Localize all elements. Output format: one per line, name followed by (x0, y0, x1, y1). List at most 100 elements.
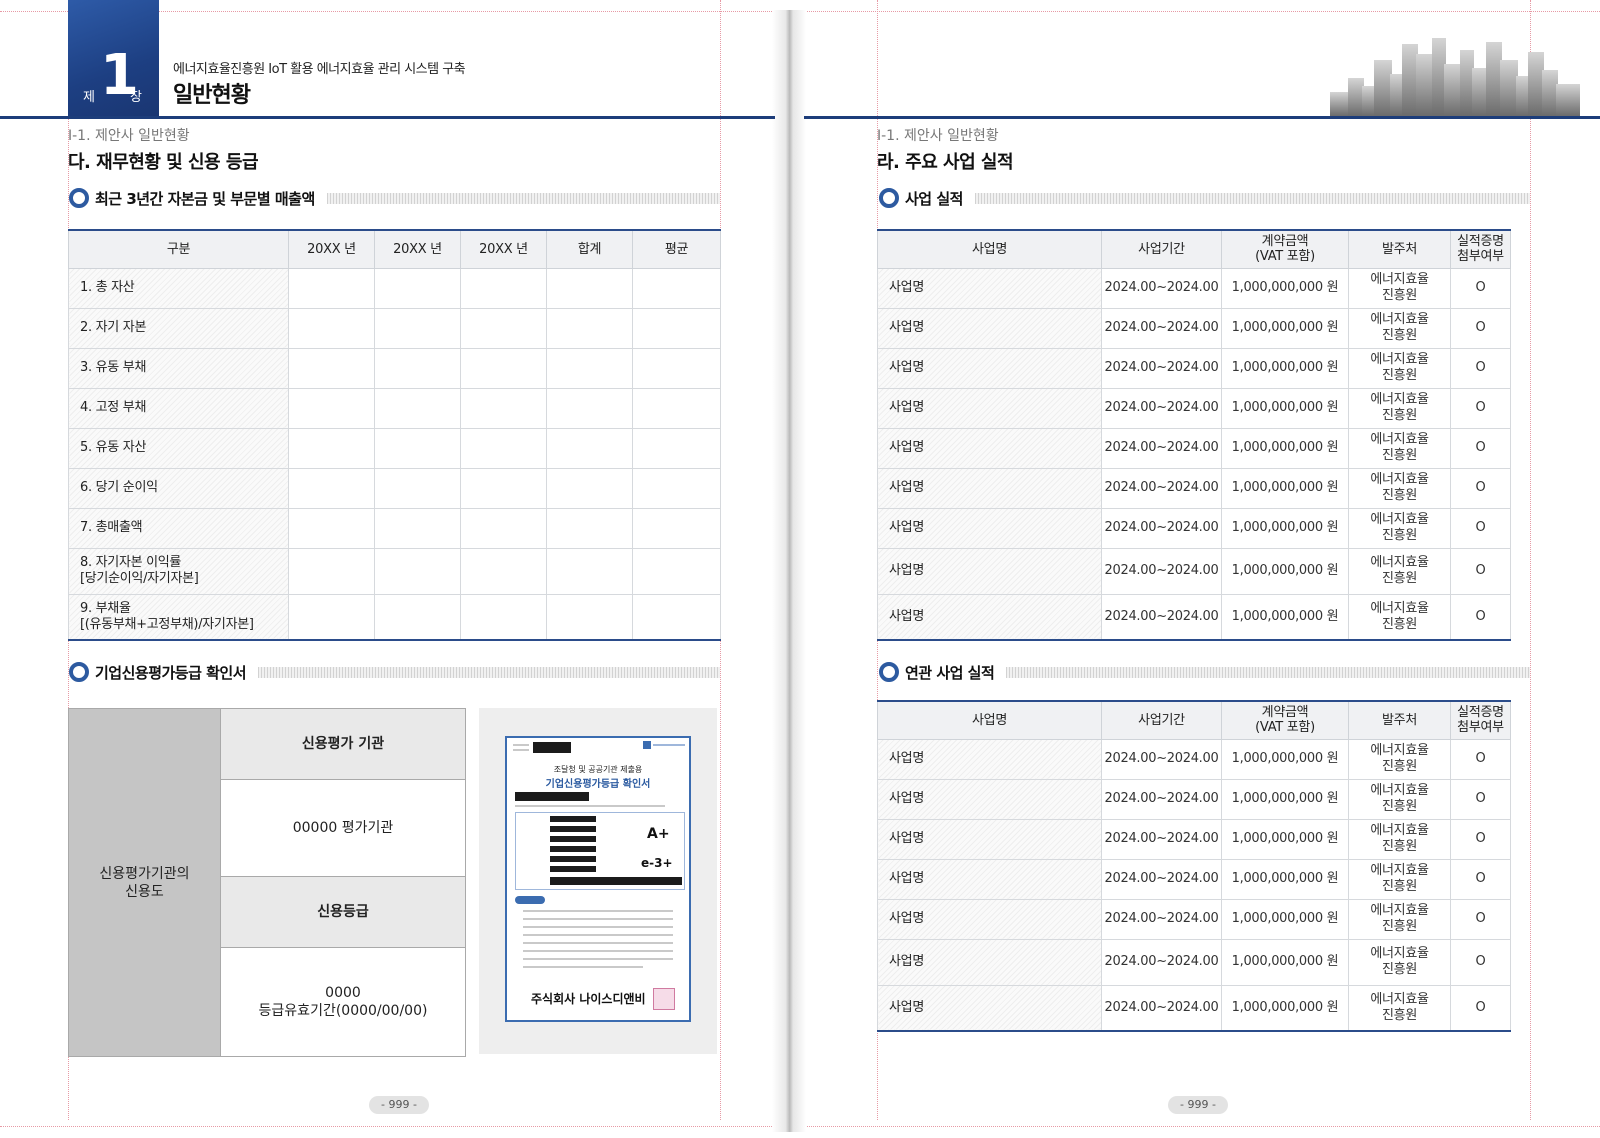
table-cell[interactable] (460, 467, 547, 509)
section-title-left: 다. 재무현황 및 신용 등급 (68, 152, 259, 173)
table-row: 사업명 2024.00~2024.00 1,000,000,000 원 에너지효율 진흥… (877, 307, 1511, 349)
table-cell[interactable] (288, 507, 375, 549)
table-cell[interactable] (546, 593, 633, 641)
table-cell[interactable] (546, 347, 633, 389)
table-cell[interactable] (632, 547, 721, 595)
redacted-block (550, 826, 596, 832)
attachment-flag-cell: O (1450, 547, 1511, 595)
table-row: 사업명 2024.00~2024.00 1,000,000,000 원 에너지효율 진흥… (877, 507, 1511, 549)
project-period-cell: 2024.00~2024.00 (1101, 738, 1222, 780)
project-name-cell: 사업명 (877, 984, 1102, 1032)
table-cell[interactable] (288, 307, 375, 349)
project-period-cell: 2024.00~2024.00 (1101, 858, 1222, 900)
table-cell[interactable] (632, 267, 721, 309)
table-cell[interactable] (288, 387, 375, 429)
table-cell[interactable] (374, 387, 461, 429)
table-row: 사업명 2024.00~2024.00 1,000,000,000 원 에너지효율 진흥… (877, 593, 1511, 641)
row-label: 9. 부채율 [(유동부채+고정부채)/자기자본] (68, 593, 289, 641)
table-cell[interactable] (374, 467, 461, 509)
text-line (513, 749, 529, 751)
table-cell[interactable] (460, 507, 547, 549)
table-cell[interactable] (460, 427, 547, 469)
heading-pattern-bar (974, 192, 1530, 204)
table-row: 사업명 2024.00~2024.00 1,000,000,000 원 에너지효율 진흥… (877, 898, 1511, 940)
bullet-ring-icon (69, 662, 89, 682)
contract-amount-cell: 1,000,000,000 원 (1221, 858, 1349, 900)
business-heading-text: 사업 실적 (905, 189, 963, 208)
table-cell[interactable] (460, 387, 547, 429)
page-spine-shadow (772, 10, 806, 1132)
table-header-row: 구분 20XX 년 20XX 년 20XX 년 합계 평균 (68, 229, 721, 269)
finance-heading: 최근 3년간 자본금 및 부문별 매출액 (69, 188, 720, 208)
row-label: 1. 총 자산 (68, 267, 289, 309)
row-label: 3. 유동 부채 (68, 347, 289, 389)
table-cell[interactable] (546, 467, 633, 509)
related-heading-text: 연관 사업 실적 (905, 663, 995, 682)
project-name-cell: 사업명 (877, 467, 1102, 509)
table-cell[interactable] (288, 547, 375, 595)
table-cell[interactable] (632, 307, 721, 349)
table-cell[interactable] (460, 347, 547, 389)
table-cell[interactable] (632, 347, 721, 389)
table-cell[interactable] (460, 267, 547, 309)
table-row: 사업명 2024.00~2024.00 1,000,000,000 원 에너지효율 진흥… (877, 818, 1511, 860)
business-heading: 사업 실적 (879, 188, 1530, 208)
chapter-suffix: 장 (130, 90, 142, 105)
finance-heading-text: 최근 3년간 자본금 및 부문별 매출액 (95, 189, 315, 208)
table-cell[interactable] (546, 387, 633, 429)
table-cell[interactable] (288, 467, 375, 509)
table-cell[interactable] (374, 427, 461, 469)
table-cell[interactable] (460, 547, 547, 595)
table-cell[interactable] (632, 467, 721, 509)
table-cell[interactable] (288, 427, 375, 469)
attachment-flag-cell: O (1450, 818, 1511, 860)
redacted-block (533, 742, 571, 753)
column-header: 계약금액 (VAT 포함) (1221, 229, 1349, 269)
table-cell[interactable] (546, 267, 633, 309)
table-cell[interactable] (546, 547, 633, 595)
table-cell[interactable] (288, 593, 375, 641)
credit-grade-value: 0000 등급유효기간(0000/00/00) (220, 947, 466, 1057)
table-cell[interactable] (374, 347, 461, 389)
table-cell[interactable] (546, 307, 633, 349)
table-cell[interactable] (632, 593, 721, 641)
table-row: 사업명 2024.00~2024.00 1,000,000,000 원 에너지효율 진흥… (877, 387, 1511, 429)
finance-table: 구분 20XX 년 20XX 년 20XX 년 합계 평균 1. 총 자산 2.… (68, 229, 721, 641)
table-cell[interactable] (460, 593, 547, 641)
table-cell[interactable] (632, 507, 721, 549)
contract-amount-cell: 1,000,000,000 원 (1221, 507, 1349, 549)
client-cell: 에너지효율 진흥원 (1348, 778, 1451, 820)
table-cell[interactable] (460, 307, 547, 349)
client-cell: 에너지효율 진흥원 (1348, 818, 1451, 860)
table-row: 사업명 2024.00~2024.00 1,000,000,000 원 에너지효율 진흥… (877, 738, 1511, 780)
table-cell[interactable] (632, 387, 721, 429)
table-cell[interactable] (546, 427, 633, 469)
column-header: 평균 (632, 229, 721, 269)
table-cell[interactable] (632, 427, 721, 469)
table-cell[interactable] (374, 267, 461, 309)
project-name-cell: 사업명 (877, 307, 1102, 349)
project-period-cell: 2024.00~2024.00 (1101, 778, 1222, 820)
contract-amount-cell: 1,000,000,000 원 (1221, 307, 1349, 349)
table-cell[interactable] (288, 347, 375, 389)
table-cell[interactable] (374, 507, 461, 549)
contract-amount-cell: 1,000,000,000 원 (1221, 738, 1349, 780)
table-row: 9. 부채율 [(유동부채+고정부채)/자기자본] (68, 593, 721, 641)
project-period-cell: 2024.00~2024.00 (1101, 898, 1222, 940)
credit-heading: 기업신용평가등급 확인서 (69, 662, 720, 682)
heading-pattern-bar (1006, 666, 1530, 678)
table-cell[interactable] (546, 507, 633, 549)
table-cell[interactable] (374, 547, 461, 595)
table-row: 7. 총매출액 (68, 507, 721, 549)
project-period-cell: 2024.00~2024.00 (1101, 938, 1222, 986)
attachment-flag-cell: O (1450, 307, 1511, 349)
table-cell[interactable] (288, 267, 375, 309)
project-name-cell: 사업명 (877, 938, 1102, 986)
redacted-block (515, 792, 589, 801)
table-cell[interactable] (374, 307, 461, 349)
section-title-right: 라. 주요 사업 실적 (877, 152, 1014, 173)
table-row: 사업명 2024.00~2024.00 1,000,000,000 원 에너지효율 진흥… (877, 778, 1511, 820)
column-header: 계약금액 (VAT 포함) (1221, 700, 1349, 740)
table-cell[interactable] (374, 593, 461, 641)
project-name-cell: 사업명 (877, 818, 1102, 860)
